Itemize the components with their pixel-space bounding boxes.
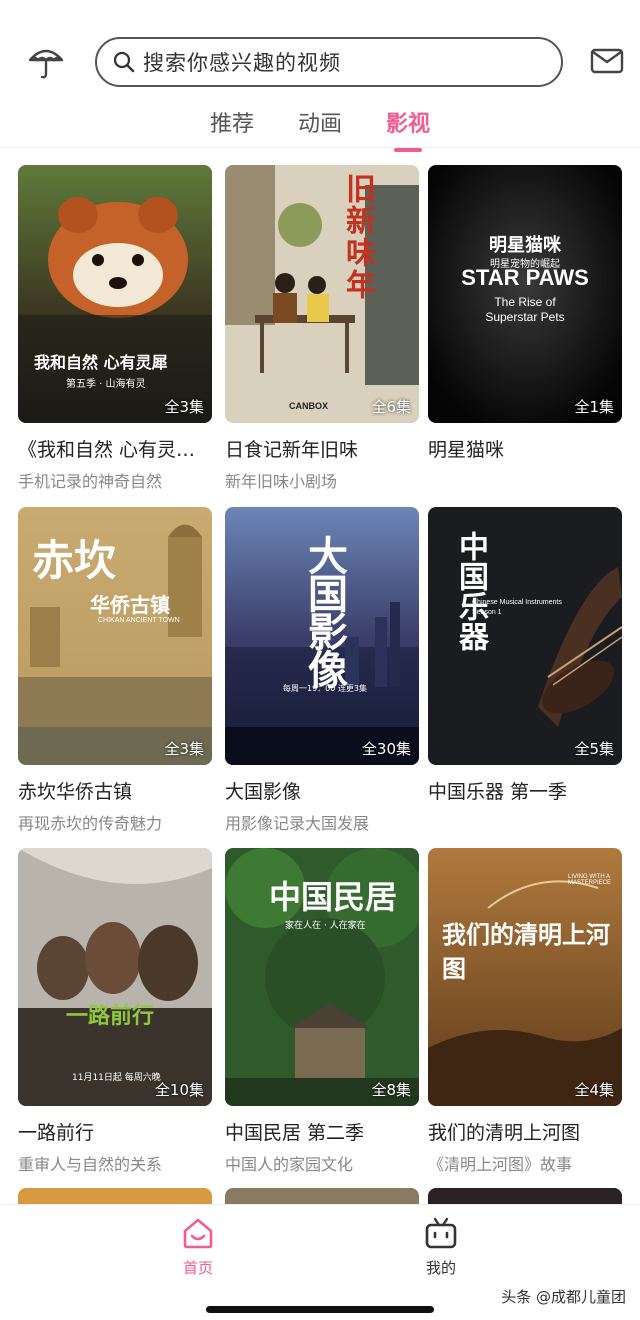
poster-english-title: LIVING WITH A MASTERPIECE (568, 874, 612, 886)
video-title: 一路前行 (18, 1122, 95, 1144)
tv-icon (425, 1217, 457, 1249)
video-poster: 大国影像 每周一19：00 连更3集 全30集 (225, 507, 419, 765)
category-tabs: 推荐 动画 影视 (0, 106, 640, 152)
top-bar: 搜索你感兴趣的视频 (0, 0, 640, 100)
poster-english-title: CHIKAN ANCIENT TOWN (98, 617, 180, 624)
poster-subtitle: 华侨古镇 (90, 593, 170, 617)
poster-english-line: Season 1 (472, 609, 502, 616)
poster-title: 中国乐器 (453, 531, 488, 651)
poster-title: 旧新味年 (340, 173, 375, 301)
tab-animation[interactable]: 动画 (296, 106, 344, 146)
video-title: 我们的清明上河图 (428, 1122, 581, 1144)
video-subtitle: 《清明上河图》故事 (428, 1155, 573, 1174)
poster-english-title: STAR PAWS (461, 265, 589, 290)
poster-peek (428, 1188, 622, 1206)
poster-subtitle: 家在人在 · 人在家在 (285, 921, 366, 931)
episode-count: 全3集 (164, 740, 204, 758)
poster-english-title: Chinese Musical Instruments (472, 599, 562, 606)
nav-home-label: 首页 (182, 1259, 213, 1277)
video-card[interactable]: 大国影像 每周一19：00 连更3集 全30集 大国影像 用影像记录大国发展 (225, 507, 419, 834)
video-card[interactable]: 我和自然 心有灵犀 第五季 · 山海有灵 全3集 《我和自然 心有灵犀》 手机记… (18, 165, 212, 492)
episode-count: 全3集 (164, 398, 204, 416)
video-poster: 我们的清明上河图 LIVING WITH A MASTERPIECE 全4集 (428, 848, 622, 1106)
search-icon (113, 51, 135, 73)
episode-count: 全6集 (371, 398, 411, 416)
poster-subtitle: 11月11日起 每周六晚 (72, 1073, 161, 1083)
home-indicator[interactable] (206, 1306, 434, 1313)
poster-title: 大国影像 (301, 535, 348, 687)
poster-title: 明星猫咪 (489, 235, 561, 256)
episode-count: 全4集 (574, 1081, 614, 1099)
video-poster: 明星猫咪 明星宠物的崛起 STAR PAWS The Rise of Super… (428, 165, 622, 423)
video-subtitle: 重审人与自然的关系 (18, 1155, 163, 1174)
video-title: 《我和自然 心有灵犀》 (18, 439, 212, 461)
video-card[interactable]: 中国民居 家在人在 · 人在家在 全8集 中国民居 第二季 中国人的家园文化 (225, 848, 419, 1175)
poster-subtitle: CANBOX (289, 401, 329, 411)
poster-peek (18, 1188, 212, 1206)
search-input[interactable]: 搜索你感兴趣的视频 (95, 37, 563, 87)
poster-image (225, 165, 419, 423)
episode-count: 全5集 (574, 740, 614, 758)
video-title: 中国民居 第二季 (225, 1122, 365, 1144)
video-title: 赤坎华侨古镇 (18, 781, 133, 803)
poster-title: 赤坎 (32, 536, 117, 585)
poster-title: 我和自然 心有灵犀 (34, 353, 168, 372)
video-title: 大国影像 (225, 781, 302, 803)
poster-title: 一路前行 (66, 1003, 155, 1029)
video-card[interactable]: 我们的清明上河图 LIVING WITH A MASTERPIECE 全4集 我… (428, 848, 622, 1175)
poster-peek (225, 1188, 419, 1206)
poster-english-line: Superstar Pets (485, 310, 565, 324)
video-poster: 赤坎 华侨古镇 CHIKAN ANCIENT TOWN 全3集 (18, 507, 212, 765)
video-subtitle: 新年旧味小剧场 (225, 472, 338, 491)
watermark: 头条 @成都儿童团 (501, 1288, 626, 1306)
home-icon (183, 1218, 213, 1249)
nav-mine[interactable]: 我的 (401, 1217, 481, 1278)
episode-count: 全8集 (371, 1081, 411, 1099)
poster-title: 中国民居 (269, 878, 398, 916)
video-card[interactable]: 一路前行 11月11日起 每周六晚 全10集 一路前行 重审人与自然的关系 (18, 848, 212, 1175)
divider (0, 147, 640, 148)
umbrella-icon[interactable] (26, 42, 66, 82)
video-subtitle: 再现赤坎的传奇魅力 (18, 814, 163, 833)
video-card[interactable]: 赤坎 华侨古镇 CHIKAN ANCIENT TOWN 全3集 赤坎华侨古镇 再… (18, 507, 212, 834)
video-poster: 中国乐器 Chinese Musical Instruments Season … (428, 507, 622, 765)
nav-mine-label: 我的 (425, 1259, 456, 1277)
video-poster: 一路前行 11月11日起 每周六晚 全10集 (18, 848, 212, 1106)
poster-english-line: The Rise of (494, 295, 556, 309)
search-placeholder: 搜索你感兴趣的视频 (143, 51, 341, 75)
video-poster: 旧新味年 CANBOX 全6集 (225, 165, 419, 423)
video-card[interactable]: 旧新味年 CANBOX 全6集 日食记新年旧味 新年旧味小剧场 (225, 165, 419, 492)
video-title: 中国乐器 第一季 (428, 781, 568, 803)
video-subtitle: 用影像记录大国发展 (225, 814, 370, 833)
video-subtitle: 手机记录的神奇自然 (18, 472, 163, 491)
mail-icon[interactable] (590, 46, 624, 76)
tab-recommend[interactable]: 推荐 (208, 106, 256, 146)
episode-count: 全30集 (361, 740, 411, 758)
poster-image (18, 848, 212, 1106)
episode-count: 全1集 (574, 398, 614, 416)
video-subtitle: 中国人的家园文化 (225, 1155, 354, 1174)
video-card[interactable]: 明星猫咪 明星宠物的崛起 STAR PAWS The Rise of Super… (428, 165, 622, 468)
video-poster: 我和自然 心有灵犀 第五季 · 山海有灵 全3集 (18, 165, 212, 423)
video-poster: 中国民居 家在人在 · 人在家在 全8集 (225, 848, 419, 1106)
tab-film-tv[interactable]: 影视 (384, 106, 432, 152)
video-title: 日食记新年旧味 (225, 439, 359, 461)
episode-count: 全10集 (154, 1081, 204, 1099)
poster-subtitle: 每周一19：00 连更3集 (283, 684, 367, 693)
poster-image (428, 165, 622, 423)
video-title: 明星猫咪 (428, 439, 505, 461)
video-card[interactable]: 中国乐器 Chinese Musical Instruments Season … (428, 507, 622, 810)
poster-title: 我们的清明上河图 (442, 920, 610, 983)
nav-home[interactable]: 首页 (158, 1217, 238, 1278)
poster-subtitle: 第五季 · 山海有灵 (66, 379, 146, 390)
